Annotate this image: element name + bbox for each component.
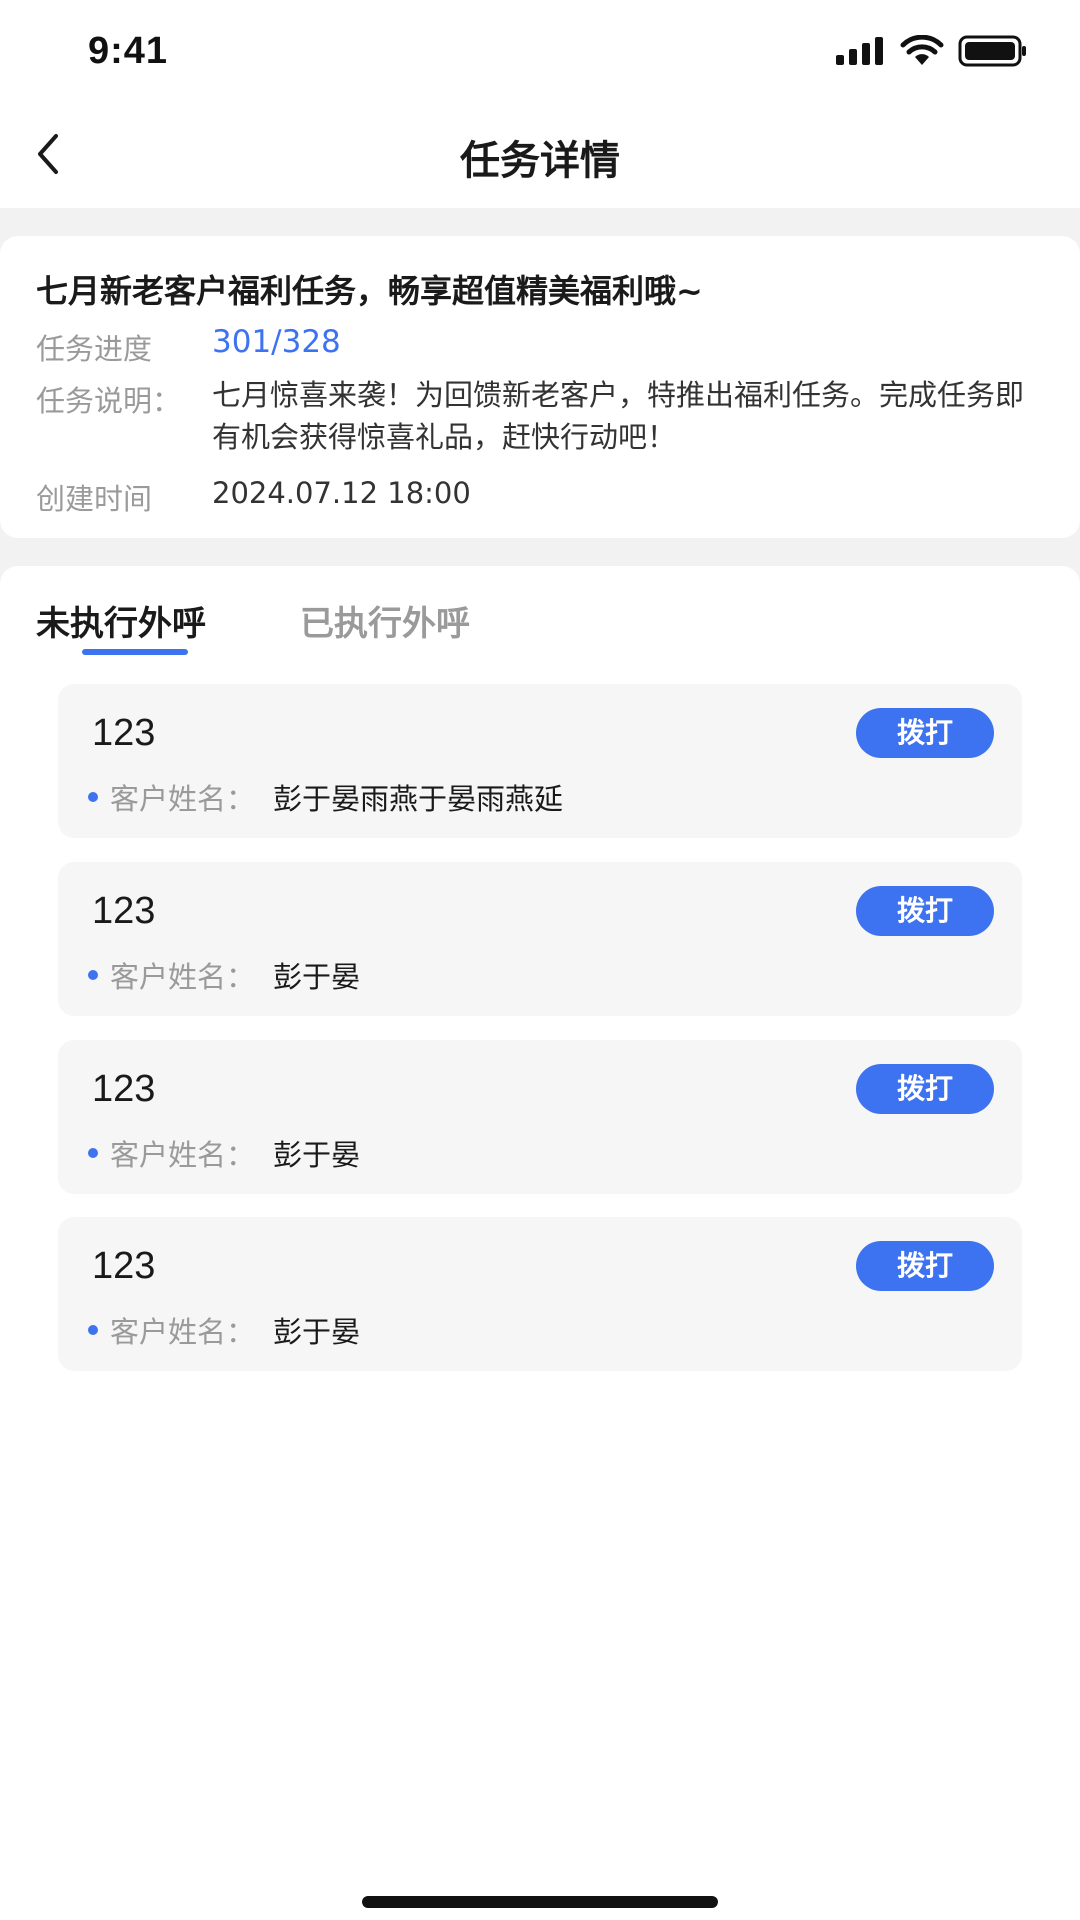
dial-button[interactable]: 拨打 (856, 708, 994, 758)
customer-label: 客户姓名： (110, 782, 256, 816)
dial-button[interactable]: 拨打 (856, 1241, 994, 1291)
nav-bar: 任务详情 (0, 100, 1080, 208)
wifi-icon (900, 35, 944, 65)
customer-label: 客户姓名： (110, 1138, 256, 1172)
customer-row: 客户姓名： 彭于晏 (88, 954, 360, 996)
description-label: 任务说明： (36, 384, 182, 418)
call-number: 123 (92, 1068, 156, 1110)
description-value: 七月惊喜来袭！为回馈新老客户，特推出福利任务。完成任务即有机会获得惊喜礼品，赶快… (212, 378, 1025, 454)
progress-value: 301/328 (212, 324, 341, 360)
tab-completed-calls[interactable]: 已执行外呼 (300, 596, 470, 645)
customer-label: 客户姓名： (110, 1315, 256, 1349)
dial-button[interactable]: 拨打 (856, 886, 994, 936)
created-label: 创建时间 (36, 482, 153, 516)
call-number: 123 (92, 1245, 156, 1287)
customer-row: 客户姓名： 彭于晏 (88, 1309, 360, 1351)
call-number: 123 (92, 712, 156, 754)
bullet-dot-icon (88, 1325, 98, 1335)
status-bar: 9:41 (0, 0, 1080, 100)
home-indicator[interactable] (362, 1896, 718, 1908)
customer-row: 客户姓名： 彭于晏雨燕于晏雨燕延 (88, 776, 563, 818)
customer-label: 客户姓名： (110, 960, 256, 994)
active-tab-indicator (82, 649, 188, 655)
customer-name: 彭于晏 (273, 1315, 361, 1349)
task-title: 七月新老客户福利任务，畅享超值精美福利哦~ (36, 272, 703, 310)
call-card: 123 拨打 客户姓名： 彭于晏雨燕于晏雨燕延 (58, 684, 1022, 838)
bullet-dot-icon (88, 1148, 98, 1158)
tab-pending-calls[interactable]: 未执行外呼 (36, 596, 206, 645)
bullet-dot-icon (88, 792, 98, 802)
battery-icon (958, 35, 1026, 67)
created-value: 2024.07.12 18:00 (212, 476, 471, 510)
progress-label: 任务进度 (36, 332, 153, 366)
page-title: 任务详情 (460, 138, 620, 184)
call-number: 123 (92, 890, 156, 932)
call-card: 123 拨打 客户姓名： 彭于晏 (58, 1040, 1022, 1194)
call-card: 123 拨打 客户姓名： 彭于晏 (58, 1217, 1022, 1371)
customer-name: 彭于晏 (273, 1138, 361, 1172)
customer-row: 客户姓名： 彭于晏 (88, 1132, 360, 1174)
call-card: 123 拨打 客户姓名： 彭于晏 (58, 862, 1022, 1016)
signal-icon (836, 37, 883, 65)
status-time: 9:41 (88, 30, 169, 72)
status-icons (836, 35, 1028, 67)
customer-name: 彭于晏雨燕于晏雨燕延 (273, 782, 564, 816)
customer-name: 彭于晏 (273, 960, 361, 994)
dial-button[interactable]: 拨打 (856, 1064, 994, 1114)
bullet-dot-icon (88, 970, 98, 980)
